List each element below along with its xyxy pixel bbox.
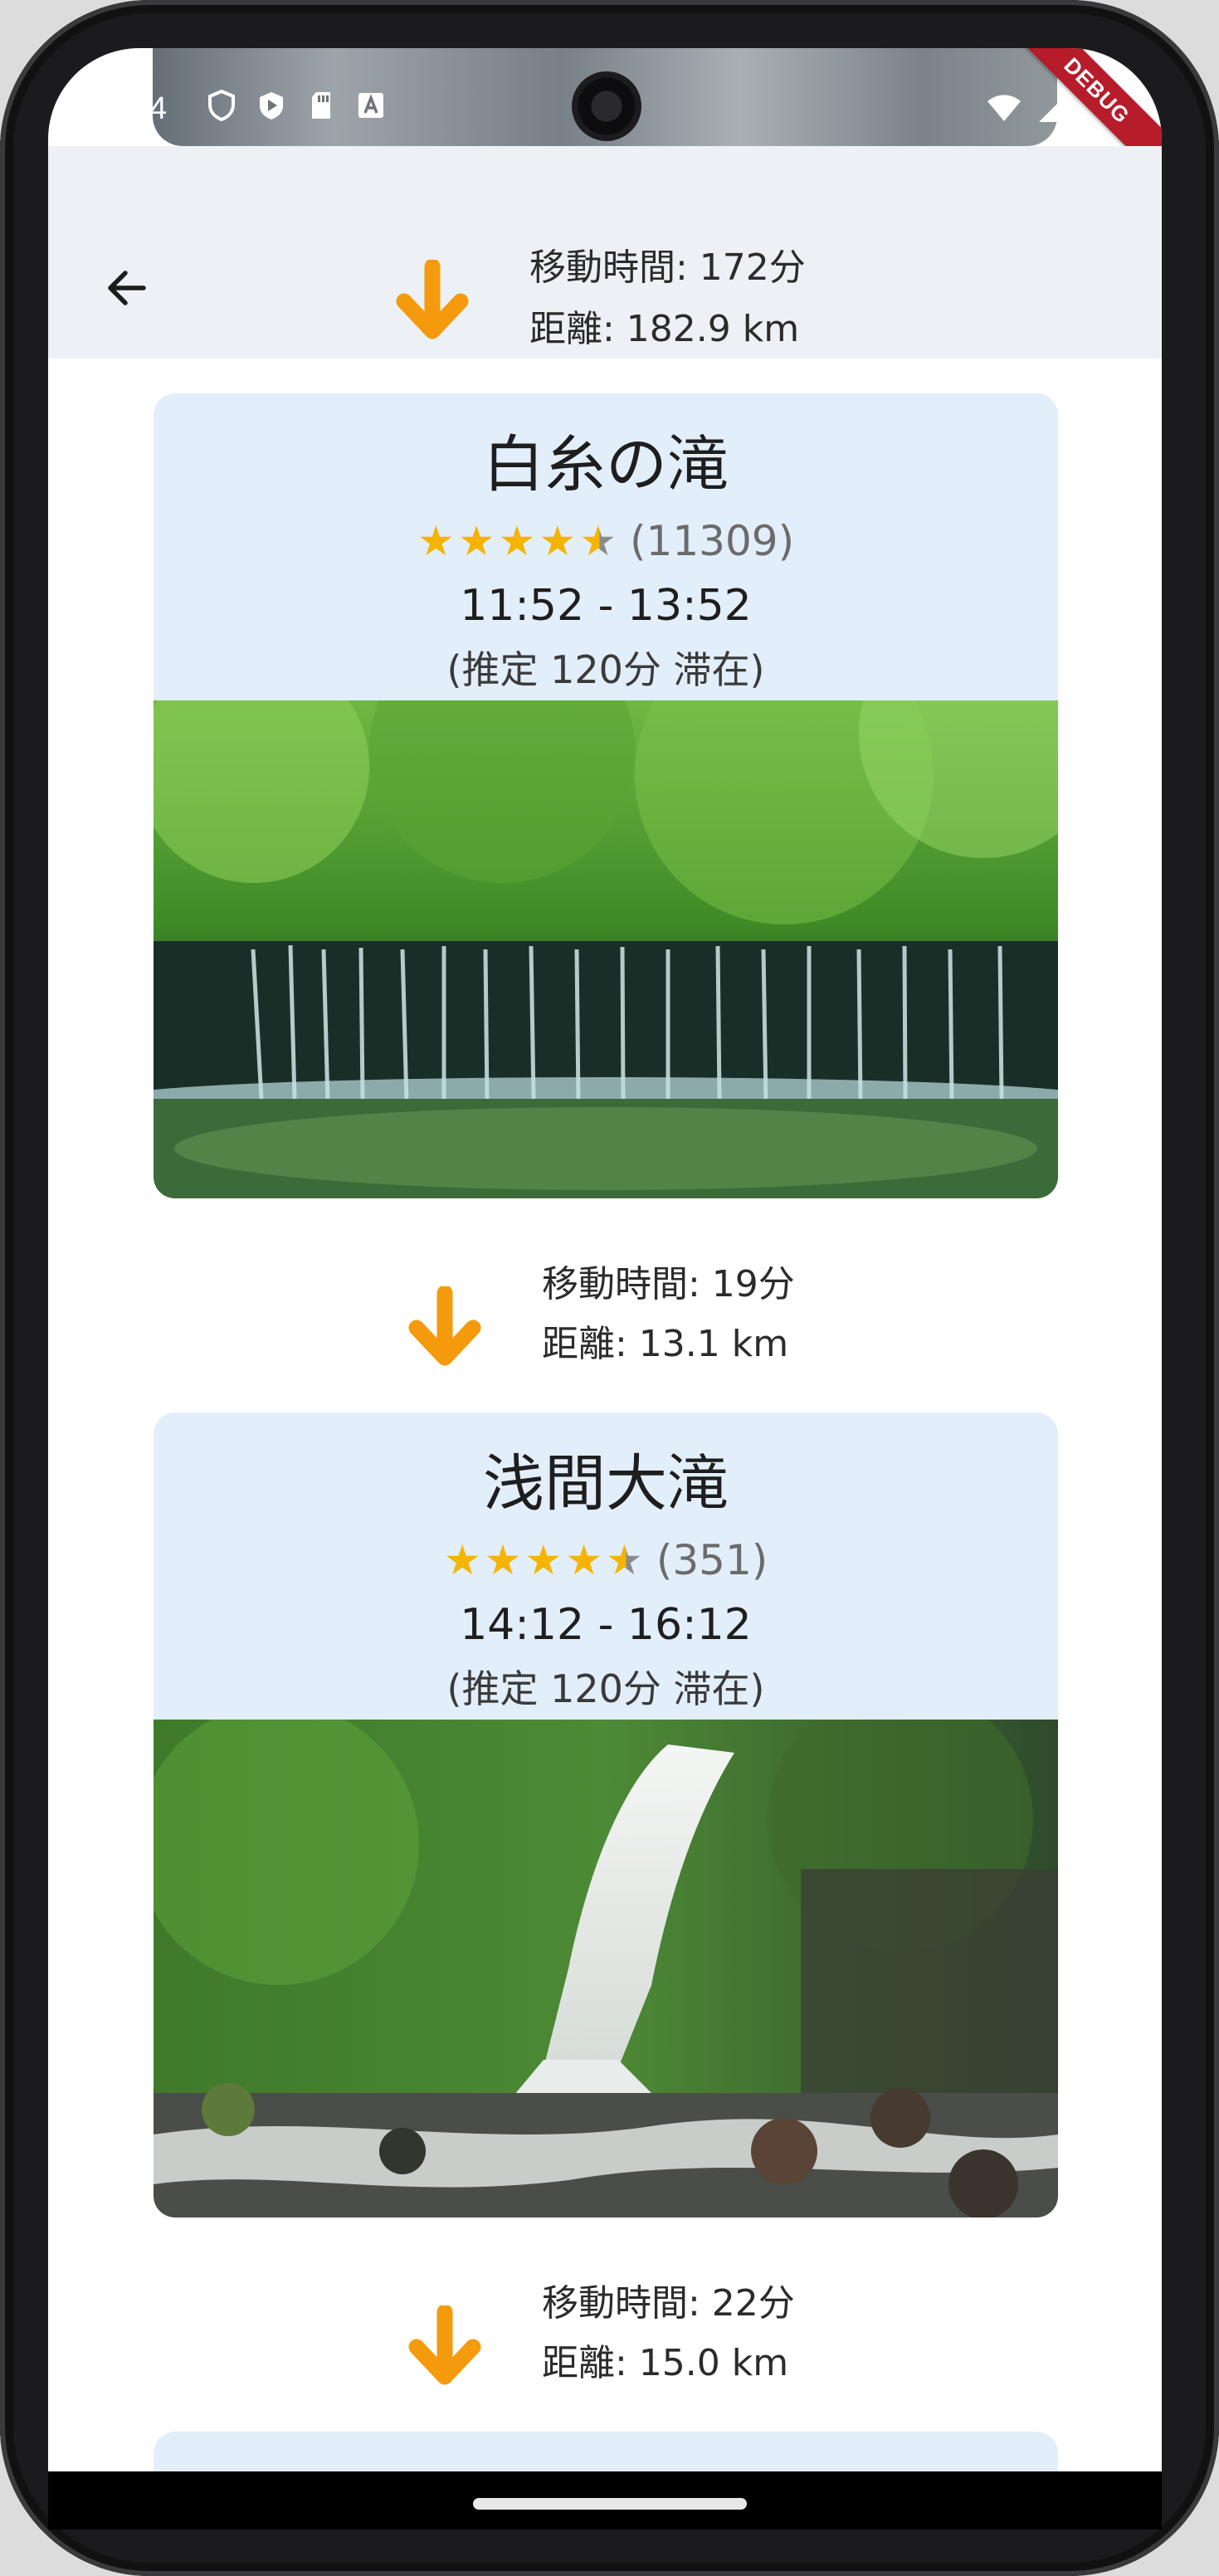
header-distance: 距離: 182.9 km xyxy=(529,308,800,350)
star-icon: ★ xyxy=(539,517,577,565)
spot-photo xyxy=(154,700,1058,1198)
star-half-icon: ★ xyxy=(579,517,617,565)
header-travel-info: 移動時間: 172分 距離: 182.9 km xyxy=(529,237,806,360)
status-notification-icons xyxy=(206,90,387,121)
star-icon: ★ xyxy=(417,517,455,565)
star-icon: ★ xyxy=(498,517,536,565)
sd-card-icon xyxy=(305,90,337,121)
travel-leg: 移動時間: 22分 距離: 15.0 km xyxy=(48,2274,1162,2415)
leg-travel-time: 移動時間: 19分 xyxy=(542,1263,795,1305)
spot-name: 白糸の滝 xyxy=(483,429,729,500)
arrow-down-icon xyxy=(405,2304,485,2395)
play-store-icon xyxy=(256,90,287,121)
visit-time-range: 11:52 - 13:52 xyxy=(460,581,752,631)
star-icon: ★ xyxy=(484,1536,522,1584)
spot-photo xyxy=(154,1720,1058,2217)
home-indicator[interactable] xyxy=(473,2498,747,2510)
front-camera xyxy=(572,71,641,141)
star-icon: ★ xyxy=(565,1536,603,1584)
star-icon: ★ xyxy=(443,1536,481,1584)
leg-distance: 距離: 15.0 km xyxy=(542,2342,789,2384)
leg-info: 移動時間: 22分 距離: 15.0 km xyxy=(542,2274,795,2393)
review-count: (351) xyxy=(656,1536,768,1584)
arrow-down-icon xyxy=(405,1285,485,1376)
visit-time-range: 14:12 - 16:12 xyxy=(460,1600,752,1650)
back-button[interactable] xyxy=(81,244,173,335)
review-count: (11309) xyxy=(630,517,795,565)
rating-row: ★ ★ ★ ★ ★ (351) xyxy=(154,1535,1058,1585)
app-screen: 13:34 DEBUG 移動時間: 172分 距離: 182.9 km 白糸の滝… xyxy=(48,48,1162,2471)
font-a-icon xyxy=(355,90,387,121)
header-travel-time: 移動時間: 172分 xyxy=(529,246,806,289)
estimated-stay: (推定 120分 滞在) xyxy=(446,1666,765,1711)
spot-card[interactable]: 竜返しの滝 xyxy=(154,2432,1058,2471)
arrow-left-icon xyxy=(104,265,150,315)
star-icon: ★ xyxy=(524,1536,563,1584)
spot-name: 浅間大滝 xyxy=(483,1448,729,1520)
spot-card[interactable]: 白糸の滝 ★ ★ ★ ★ ★ (11309) 11:52 - 13:52 (推定… xyxy=(154,393,1058,1198)
leg-distance: 距離: 13.1 km xyxy=(542,1323,789,1365)
star-icon: ★ xyxy=(457,517,495,565)
spot-card[interactable]: 浅間大滝 ★ ★ ★ ★ ★ (351) 14:12 - 16:12 (推定 1… xyxy=(154,1412,1058,2217)
estimated-stay: (推定 120分 滞在) xyxy=(446,647,765,692)
leg-travel-time: 移動時間: 22分 xyxy=(542,2282,795,2325)
shield-icon xyxy=(206,90,237,121)
rating-row: ★ ★ ★ ★ ★ (11309) xyxy=(154,516,1058,566)
star-half-icon: ★ xyxy=(606,1536,643,1584)
star-rating: ★ ★ ★ ★ ★ xyxy=(444,1539,643,1581)
leg-info: 移動時間: 19分 距離: 13.1 km xyxy=(542,1255,795,1374)
status-time: 13:34 xyxy=(88,91,168,126)
spot-name: 竜返しの滝 xyxy=(154,2463,1058,2471)
app-bar: 移動時間: 172分 距離: 182.9 km xyxy=(48,146,1162,359)
star-rating: ★ ★ ★ ★ ★ xyxy=(417,520,617,562)
signal-icon xyxy=(1037,92,1069,127)
travel-leg: 移動時間: 19分 距離: 13.1 km xyxy=(48,1255,1162,1396)
wifi-icon xyxy=(986,93,1022,126)
arrow-down-icon xyxy=(393,258,472,349)
